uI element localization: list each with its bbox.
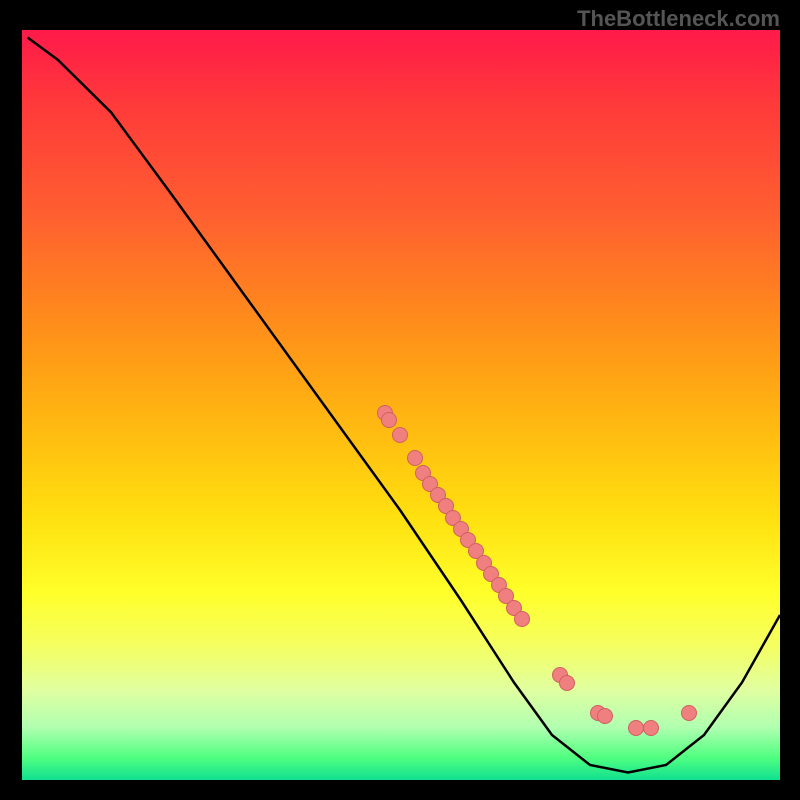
data-point	[559, 675, 575, 691]
plot-area	[20, 30, 780, 780]
y-axis	[20, 30, 22, 780]
data-point	[597, 708, 613, 724]
data-point	[681, 705, 697, 721]
data-point	[514, 611, 530, 627]
curve-line	[20, 30, 780, 780]
x-axis	[20, 780, 780, 782]
data-point	[643, 720, 659, 736]
data-point	[392, 427, 408, 443]
data-point	[407, 450, 423, 466]
data-point	[381, 412, 397, 428]
data-point	[628, 720, 644, 736]
watermark-text: TheBottleneck.com	[577, 6, 780, 32]
